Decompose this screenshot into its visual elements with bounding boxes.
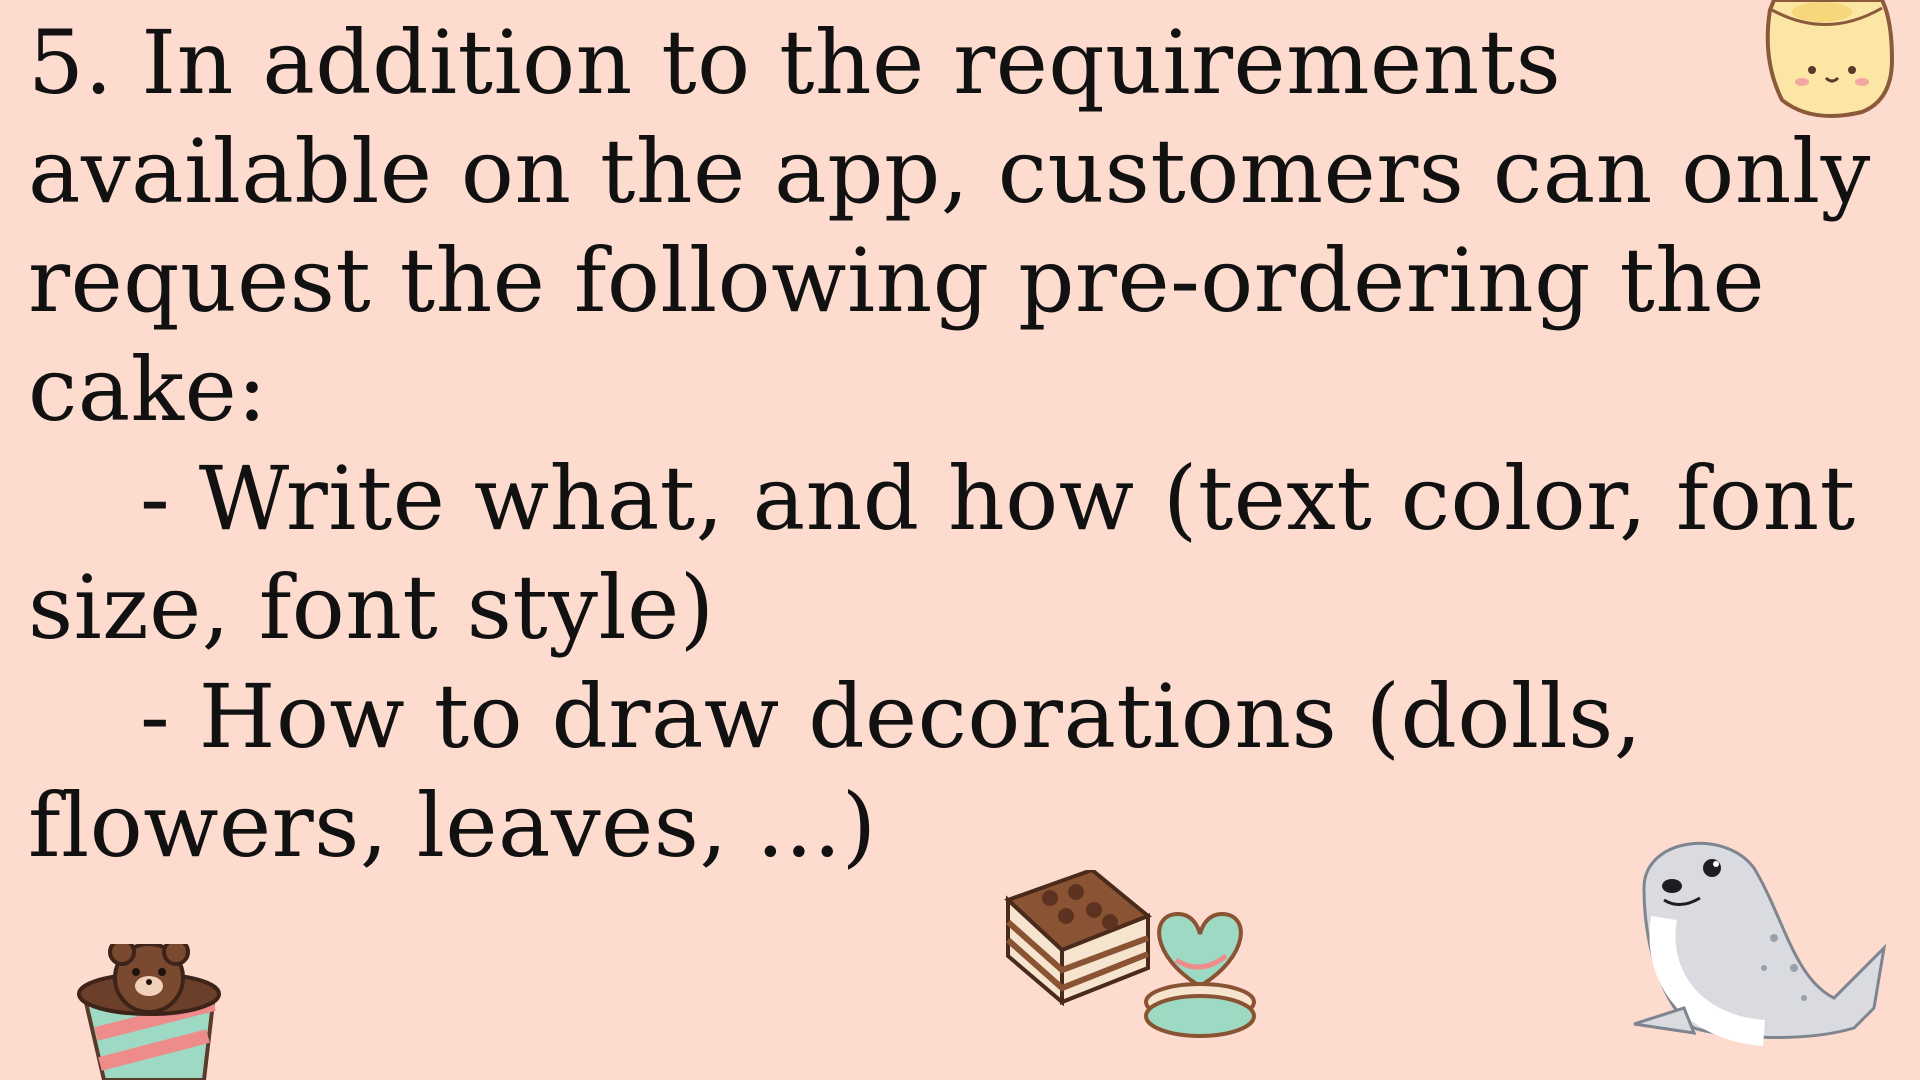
slide-body-text: 5. In addition to the requirements avail… [28, 8, 1871, 880]
text-line-8: flowers, leaves, ...) [28, 774, 877, 877]
pudding-cup-illustration [1752, 0, 1902, 124]
text-line-1: 5. In addition to the requirements [28, 11, 1562, 114]
tiramisu-cake-illustration [1002, 870, 1152, 1006]
text-line-3: request the following pre-ordering the [28, 229, 1766, 332]
bear-drink-cup-illustration [74, 944, 224, 1080]
text-line-5-bullet: - Write what, and how (text color, font [140, 447, 1856, 550]
heart-macaron-illustration [1140, 906, 1260, 1040]
slide: 5. In addition to the requirements avail… [0, 0, 1920, 1080]
seal-illustration [1604, 828, 1894, 1048]
text-line-2: available on the app, customers can only [28, 120, 1871, 223]
text-line-6: size, font style) [28, 556, 715, 659]
text-line-4: cake: [28, 338, 268, 441]
text-line-7-bullet: - How to draw decorations (dolls, [140, 665, 1643, 768]
